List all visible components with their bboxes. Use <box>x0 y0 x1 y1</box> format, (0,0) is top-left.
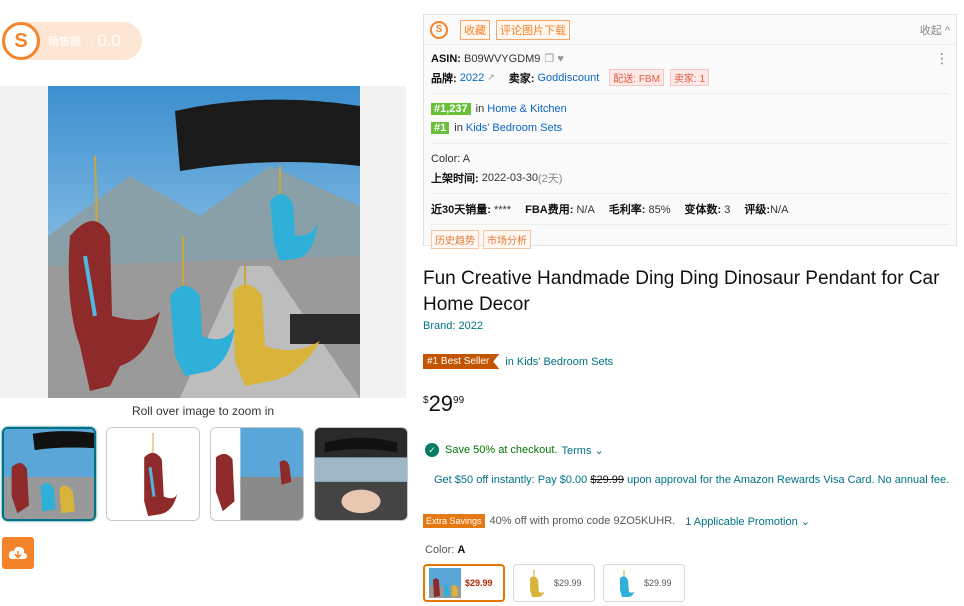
applicable-promotion-link[interactable]: 1 Applicable Promotion ⌄ <box>685 515 810 528</box>
color-swatch-c[interactable]: $29.99 <box>603 564 685 602</box>
best-seller-badge[interactable]: #1 Best Seller <box>423 354 500 369</box>
rank-row-2: #1 in Kids' Bedroom Sets <box>431 118 949 137</box>
extension-info-panel: S 收藏 评论图片下载 收起 ^ ASIN: B09WVYGDM9 ❐ ♥ ⋮ … <box>423 14 957 249</box>
rank-in: in <box>475 102 485 115</box>
loading-icon: ◌ <box>85 33 94 49</box>
seller-link[interactable]: Goddiscount <box>538 72 600 84</box>
thumbnail-4[interactable] <box>314 427 408 521</box>
price-whole: 29 <box>428 391 454 416</box>
listed-date-row: 上架时间: 2022-03-30 (2天) <box>431 168 949 187</box>
fba-label: FBA费用: <box>525 203 574 216</box>
rating-label: 评级: <box>744 203 771 216</box>
collapse-panel-button[interactable]: 收起 ^ <box>920 22 950 38</box>
seller-label: 卖家: <box>508 72 535 85</box>
swatch-image <box>429 568 461 598</box>
heart-icon[interactable]: ♥ <box>557 53 564 65</box>
extra-savings-row: Extra Savings 40% off with promo code 9Z… <box>423 514 810 528</box>
history-trend-button[interactable]: 历史趋势 <box>431 230 479 249</box>
market-analysis-button[interactable]: 市场分析 <box>483 230 531 249</box>
card-offer-text-2: upon approval for the Amazon Rewards Vis… <box>627 474 950 486</box>
coupon-text: Save 50% at checkout. <box>445 444 558 456</box>
cloud-download-icon <box>8 546 28 559</box>
color-swatch-b[interactable]: $29.99 <box>513 564 595 602</box>
asin-label: ASIN: <box>431 52 461 65</box>
more-options-icon[interactable]: ⋮ <box>935 50 949 67</box>
swatch-price: $29.99 <box>465 578 493 588</box>
card-offer-text-1: Get $50 off instantly: Pay $0.00 <box>434 474 588 486</box>
brand-label: 品牌: <box>431 72 457 85</box>
swatch-image <box>608 568 640 598</box>
coupon-row: ✓ Save 50% at checkout. Terms ⌄ <box>425 443 604 457</box>
rank-badge: #1,237 <box>431 102 471 115</box>
card-offer[interactable]: Get $50 off instantly: Pay $0.00 $29.99 … <box>434 472 954 488</box>
brand-seller-row: 品牌: 2022 ↗ 卖家: Goddiscount 配送: FBM 卖家: 1 <box>431 68 949 87</box>
shipping-tag: 配送: FBM <box>609 69 664 86</box>
zoom-hint: Roll over image to zoom in <box>131 404 275 418</box>
rating-value: N/A <box>770 203 789 216</box>
color-row: Color: A <box>431 152 471 165</box>
brand-link[interactable]: 2022 <box>460 72 484 84</box>
sales-label: 近30天销量: <box>431 203 491 216</box>
color-swatches: $29.99 $29.99 $29.99 <box>423 564 685 602</box>
margin-value: 85% <box>648 203 671 216</box>
extension-sales-badge[interactable]: S 销售额 ◌ 0.0 <box>2 22 142 60</box>
stats-row: 近30天销量: **** FBA费用: N/A 毛利率: 85% 变体数: 3 … <box>431 199 949 218</box>
rank-badge: #1 <box>431 121 450 134</box>
color-value: A <box>457 544 466 556</box>
extension-logo-icon: S <box>2 22 40 60</box>
color-label: Color: <box>425 544 455 556</box>
sales-value: **** <box>493 203 512 216</box>
swatch-image <box>518 568 550 598</box>
color-swatch-a[interactable]: $29.99 <box>423 564 505 602</box>
main-product-image[interactable] <box>0 86 406 398</box>
listed-date: 2022-03-30 <box>481 171 539 184</box>
swatch-price: $29.99 <box>644 578 672 588</box>
external-link-icon[interactable]: ↗ <box>487 72 495 83</box>
checkmark-icon[interactable]: ✓ <box>425 443 439 457</box>
thumbnail-3[interactable] <box>210 427 304 521</box>
thumbnail-2[interactable] <box>106 427 200 521</box>
fba-value: N/A <box>576 203 595 216</box>
panel-header: S 收藏 评论图片下载 收起 ^ <box>424 15 956 45</box>
brand-link[interactable]: Brand: 2022 <box>423 320 483 332</box>
rank-row-1: #1,237 in Home & Kitchen <box>431 99 949 118</box>
variants-value: 3 <box>724 203 731 216</box>
rank-in: in <box>454 121 463 134</box>
rank-category-link[interactable]: Home & Kitchen <box>487 103 566 115</box>
swatch-price: $29.99 <box>554 578 582 588</box>
extension-badge-label: 销售额 <box>48 36 81 48</box>
variants-label: 变体数: <box>684 203 722 216</box>
best-seller-category-link[interactable]: in Kids' Bedroom Sets <box>505 356 613 368</box>
card-offer-strike-price: $29.99 <box>590 474 625 486</box>
review-images-download-button[interactable]: 评论图片下载 <box>496 19 570 40</box>
asin-row: ASIN: B09WVYGDM9 ❐ ♥ ⋮ <box>431 49 949 68</box>
download-images-button[interactable] <box>2 537 34 569</box>
coupon-terms-link[interactable]: Terms ⌄ <box>562 444 604 457</box>
favorite-button[interactable]: 收藏 <box>460 19 490 40</box>
listed-days: (2天) <box>538 172 563 185</box>
extension-logo-icon: S <box>430 20 448 39</box>
thumbnail-strip <box>2 427 408 521</box>
margin-label: 毛利率: <box>608 203 646 216</box>
copy-icon[interactable]: ❐ <box>544 52 554 65</box>
rank-category-link[interactable]: Kids' Bedroom Sets <box>466 122 562 134</box>
product-title: Fun Creative Handmade Ding Ding Dinosaur… <box>423 268 940 315</box>
best-seller-row: #1 Best Seller in Kids' Bedroom Sets <box>423 354 613 369</box>
price: $ 29 99 <box>423 392 464 416</box>
extension-badge-value: 0.0 <box>97 31 121 50</box>
listed-label: 上架时间: <box>431 172 479 185</box>
thumbnail-1[interactable] <box>2 427 96 521</box>
analysis-tags-row: 历史趋势 市场分析 <box>431 230 949 249</box>
extra-savings-badge: Extra Savings <box>423 514 485 528</box>
price-fraction: 99 <box>453 395 465 406</box>
promo-code-text: 40% off with promo code 9ZO5KUHR. <box>489 515 676 527</box>
color-selector-label: Color: A <box>425 544 465 556</box>
asin-value: B09WVYGDM9 <box>464 52 541 65</box>
seller-count-tag: 卖家: 1 <box>669 69 710 86</box>
